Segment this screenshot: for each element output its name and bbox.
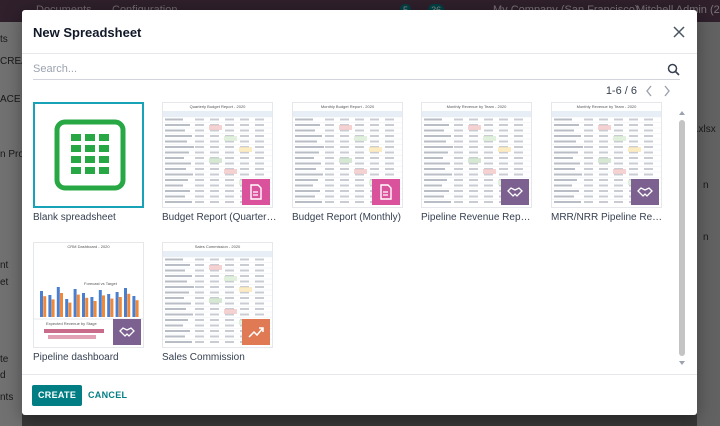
scroll-up-icon[interactable] [679,110,685,116]
pager-value[interactable]: 1-6 / 6 [606,85,637,97]
chevron-left-icon [646,85,652,97]
preview-bar [43,296,47,317]
template-budget-report-monthly[interactable]: Monthly Budget Report - 2020 Budget Repor… [292,102,407,226]
search-input[interactable] [33,60,653,78]
template-type-badge [372,179,400,205]
template-budget-report-quarterly[interactable]: Quarterly Budget Report - 2020 Budget Rep… [162,102,277,226]
template-thumbnail[interactable]: Quarterly Budget Report - 2020 [162,102,273,208]
preview-bar [98,290,102,317]
template-pipeline-revenue-repor[interactable]: Monthly Revenue by Team - 2020 Pipeline R… [421,102,536,226]
preview-bar [56,287,60,317]
preview-bar [40,291,43,317]
template-scrollbar[interactable] [679,110,685,366]
dialog-footer: CREATE CANCEL [22,374,697,415]
preview-bar [135,300,139,317]
preview-bar [73,289,77,317]
sheet-preview-title: Monthly Budget Report - 2020 [320,104,375,109]
template-thumbnail[interactable]: CRM Dashboard - 2020 Forecast vs Target Ex… [33,242,144,348]
pager-next-button[interactable] [661,84,673,98]
preview-bar [76,294,80,317]
preview-bar [51,299,55,317]
dialog-title: New Spreadsheet [33,25,142,40]
template-type-badge [501,179,529,205]
spreadsheet-grid-icon [54,119,126,191]
preview-bar [102,295,105,317]
handshake-icon [507,187,523,197]
template-label: Budget Report (Quarterly) [162,212,277,223]
preview-bar [127,293,131,317]
create-button[interactable]: CREATE [32,385,83,406]
template-type-badge [242,179,270,205]
template-label: Budget Report (Monthly) [292,212,401,223]
handshake-icon [119,327,135,337]
preview-bar [107,294,111,317]
template-label: Pipeline dashboard [33,352,119,363]
preview-bar [60,293,63,317]
template-sales-commission[interactable]: Sales Commission - 2020 Sales Commission [162,242,277,366]
sheet-preview-title: Monthly Revenue by Team - 2020 [446,104,507,109]
search-button[interactable] [667,63,680,76]
preview-bar [124,288,127,317]
dialog-header: New Spreadsheet [22,10,697,54]
template-thumbnail[interactable]: Monthly Revenue by Team - 2020 [551,102,662,208]
preview-bar [93,301,97,317]
chevron-right-icon [664,85,670,97]
search-bar [33,60,680,80]
close-button[interactable] [669,22,689,42]
template-label: MRR/NRR Pipeline Reve... [551,212,666,223]
preview-bar [110,298,114,317]
sheet-preview-title: Monthly Revenue by Team - 2020 [576,104,637,109]
preview-bar [85,297,89,317]
template-label: Pipeline Revenue Repor... [421,212,536,223]
preview-bar [132,296,136,317]
template-pipeline-dashboard[interactable]: CRM Dashboard - 2020 Forecast vs Target Ex… [33,242,148,366]
scroll-down-icon[interactable] [679,360,685,366]
template-label: Sales Commission [162,352,245,363]
new-spreadsheet-dialog: New Spreadsheet 1-6 / 6 Blank spreadshee… [22,10,697,415]
trend-up-icon [248,327,264,338]
scroll-thumb[interactable] [679,120,685,356]
preview-bar [68,302,72,317]
template-thumbnail[interactable] [33,102,144,208]
close-icon [673,26,685,38]
template-blank-spreadsheet[interactable]: Blank spreadsheet [33,102,148,226]
search-icon [667,63,680,76]
pager: 1-6 / 6 [606,83,673,99]
sheet-preview-title: Quarterly Budget Report - 2020 [189,104,246,109]
template-thumbnail[interactable]: Monthly Revenue by Team - 2020 [421,102,532,208]
pager-previous-button[interactable] [643,84,655,98]
template-grid: Blank spreadsheet Quarterly Budget Report… [33,102,683,372]
preview-bar [115,292,119,317]
preview-bar [118,297,122,317]
preview-bar [48,295,52,317]
template-type-badge [631,179,659,205]
handshake-icon [637,187,653,197]
preview-bar [65,299,69,317]
cancel-button[interactable]: CANCEL [86,385,129,406]
template-thumbnail[interactable]: Monthly Budget Report - 2020 [292,102,403,208]
sheet-preview-title: Sales Commission - 2020 [194,244,241,249]
template-thumbnail[interactable]: Sales Commission - 2020 [162,242,273,348]
document-icon [250,184,262,200]
template-label: Blank spreadsheet [33,212,116,223]
preview-bar [82,293,85,317]
preview-bar [90,297,94,317]
template-mrr-nrr-pipeline-reve[interactable]: Monthly Revenue by Team - 2020 MRR/NRR Pi… [551,102,666,226]
template-type-badge [113,319,141,345]
document-icon [380,184,392,200]
template-type-badge [242,319,270,345]
